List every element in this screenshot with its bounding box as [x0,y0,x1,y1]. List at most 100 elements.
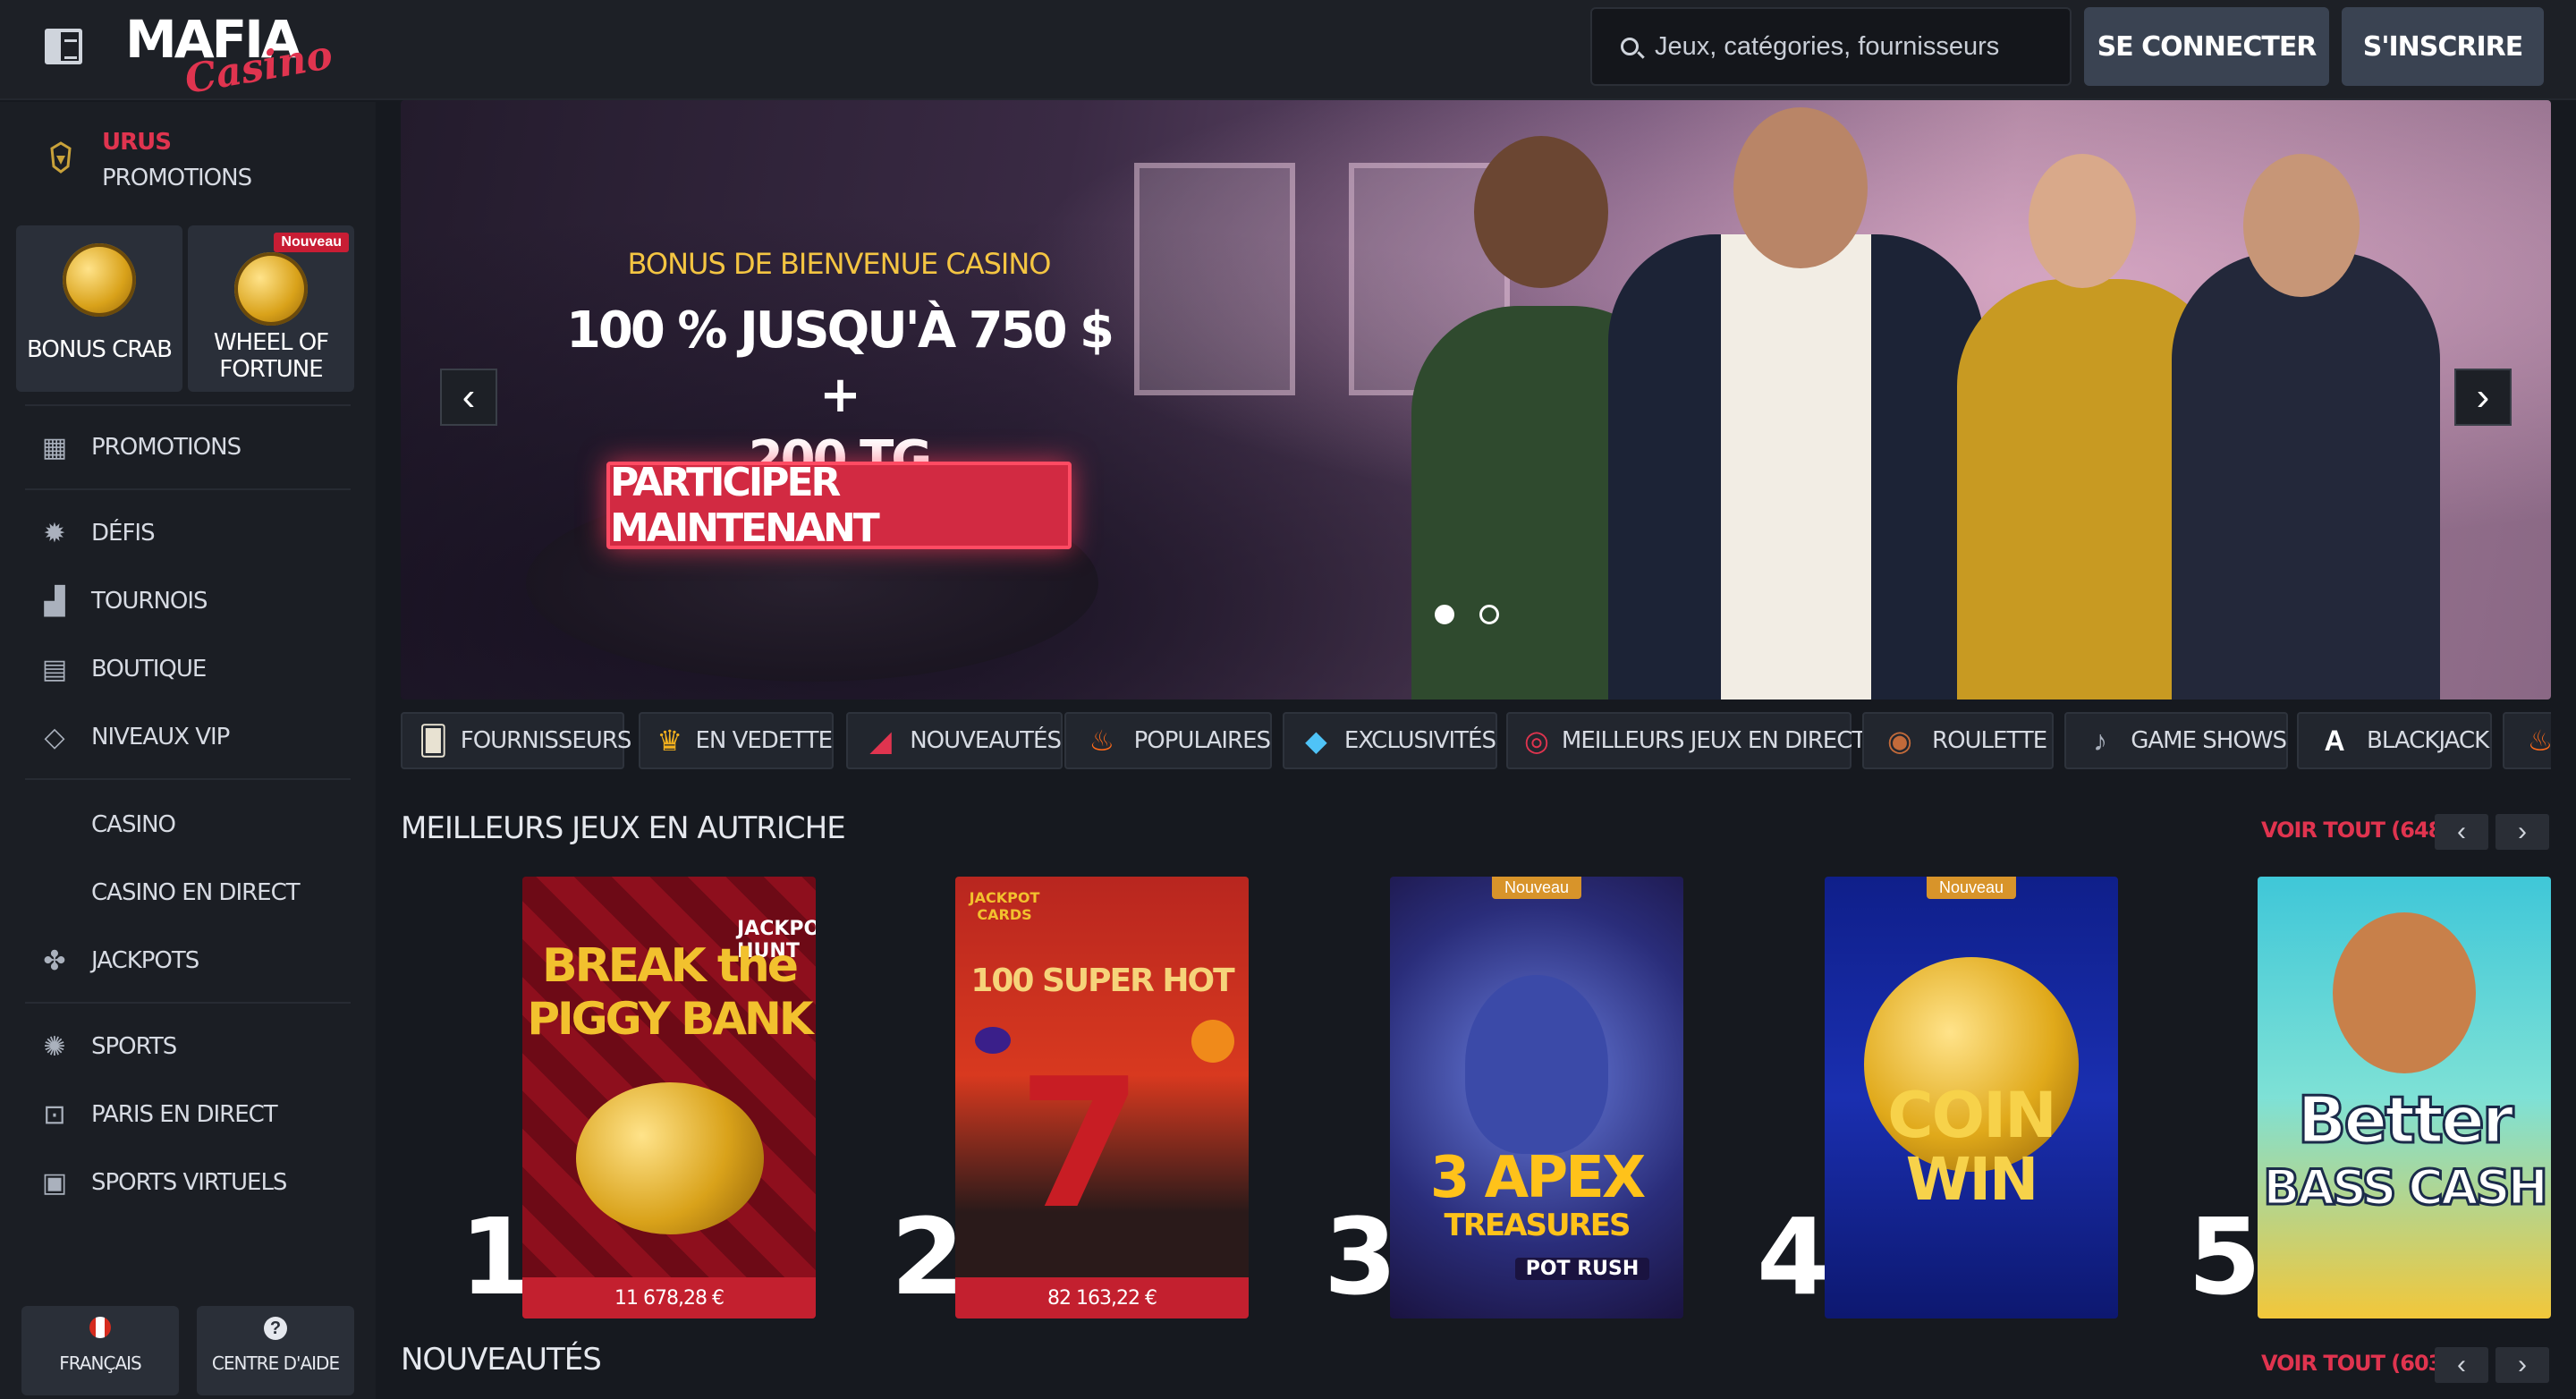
jackpot-amount: 11 678,28 € [522,1277,816,1318]
game-tag: POT RUSH [1515,1258,1649,1280]
fire-icon: ♨ [1089,725,1115,757]
game-title-line1: COIN [1887,1079,2057,1152]
sidebar-item-tournois[interactable]: ▟ TOURNOIS [39,581,208,621]
category-roulette[interactable]: ◉ ROULETTE [1862,712,2054,769]
new-games-prev-button[interactable]: ‹ [2435,1347,2488,1383]
cards-icon: 🂠 [419,725,448,757]
diamond-icon: ◆ [1305,725,1327,757]
help-center-label: CENTRE D'AIDE [211,1352,340,1374]
top-games-next-button[interactable]: › [2496,814,2549,850]
hero-character-head [2029,154,2136,288]
category-label: NOUVEAUTÉS [910,727,1062,754]
new-games-next-button[interactable]: › [2496,1347,2549,1383]
live-icon: ⊡ [43,1099,66,1130]
sidebar-item-casino[interactable]: CASINO [91,805,176,844]
game-card-coin-win[interactable]: Nouveau COIN WIN [1825,877,2118,1318]
plum-icon [975,1027,1011,1054]
wheel-of-fortune-icon [234,252,308,326]
category-label: ROULETTE [1932,727,2047,754]
sidebar-item-jackpots[interactable]: ✤ JACKPOTS [39,941,199,980]
logo[interactable]: MAFIA Casino [125,11,336,103]
crown-icon: ♛ [657,725,683,757]
sidebar-item-label: PROMOTIONS [91,434,242,461]
category-exclusivites[interactable]: ◆ EXCLUSIVITÉS [1283,712,1497,769]
category-nouveautes[interactable]: ◢ NOUVEAUTÉS [846,712,1063,769]
game-card-100-super-hot[interactable]: JACKPOT CARDS 100 SUPER HOT 7 82 163,22 … [955,877,1249,1318]
hero-banner[interactable]: BONUS DE BIENVENUE CASINO 100 % JUSQU'À … [401,100,2551,700]
sidebar-divider [25,1002,351,1004]
wolf-icon [1465,975,1608,1154]
sidebar-item-paris-en-direct[interactable]: ⊡ PARIS EN DIRECT [39,1095,277,1134]
category-fournisseurs[interactable]: 🂠 FOURNISSEURS [401,712,631,769]
game-title-line1: 3 APEX [1429,1145,1646,1211]
hero-bg-window [1134,163,1295,395]
search-box[interactable] [1590,7,2072,86]
sidebar-item-sports[interactable]: ✺ SPORTS [39,1027,177,1066]
help-center-button[interactable]: ? CENTRE D'AIDE [197,1306,354,1395]
participate-now-button[interactable]: PARTICIPER MAINTENANT [606,460,1072,551]
microphone-icon: ♪ [2093,724,2108,757]
sidebar-item-label: PARIS EN DIRECT [91,1101,278,1128]
signup-button[interactable]: S'INSCRIRE [2342,7,2544,86]
bull-icon [50,141,72,174]
game-card-3-apex-treasures[interactable]: Nouveau 3 APEX TREASURES POT RUSH [1390,877,1683,1318]
megaphone-icon: ◢ [869,725,892,757]
fisherman-icon [2333,912,2476,1073]
login-button[interactable]: SE CONNECTER [2084,7,2329,86]
sidebar-item-promotions[interactable]: ▦ PROMOTIONS [39,428,242,467]
see-all-new-games-link[interactable]: VOIR TOUT (603) [2261,1351,2452,1376]
clover-icon: ✤ [43,945,66,976]
category-label: GAME SHOWS [2131,727,2287,754]
see-all-top-games-link[interactable]: VOIR TOUT (648) [2261,818,2452,843]
hero-prev-button[interactable]: ‹ [440,369,497,426]
roulette-icon: ◉ [1887,725,1912,757]
sidebar-item-label: NIVEAUX VIP [91,724,230,750]
new-badge: Nouveau [274,233,349,252]
search-input[interactable] [1655,9,2057,84]
game-card-break-the-piggy-bank[interactable]: JACKPOT HUNT BREAK the PIGGY BANK 11 678… [522,877,816,1318]
category-meilleurs-jeux-en-direct[interactable]: ◎ MEILLEURS JEUX EN DIRECT [1506,712,1866,769]
language-label: FRANÇAIS [59,1352,141,1374]
carousel-dot[interactable] [1479,605,1499,624]
section-title-top-games: MEILLEURS JEUX EN AUTRICHE [401,810,846,846]
category-label: EXCLUSIVITÉS [1343,727,1496,754]
tile-bonus-crab[interactable]: BONUS CRAB [16,225,182,392]
sidebar-divider [25,488,351,490]
game-title-line2: BASS CASH [2262,1158,2550,1217]
promo-urus-subtitle: PROMOTIONS [102,165,252,191]
category-more[interactable]: ♨ [2503,712,2551,769]
sidebar-divider [25,404,351,406]
top-games-prev-button[interactable]: ‹ [2435,814,2488,850]
sidebar-item-boutique[interactable]: ▤ BOUTIQUE [39,649,208,689]
shop-icon: ▤ [41,654,68,684]
sidebar-item-defis[interactable]: ✹ DÉFIS [39,513,155,553]
game-title-line1: Better [2296,1081,2515,1159]
tile-wheel-of-fortune[interactable]: Nouveau WHEEL OF FORTUNE [188,225,354,392]
sidebar-toggle-icon[interactable] [45,29,82,64]
hero-next-button[interactable]: › [2454,369,2512,426]
help-icon: ? [264,1317,287,1340]
language-button[interactable]: FRANÇAIS [21,1306,179,1395]
sidebar-item-label: CASINO [91,811,176,838]
hero-kicker: BONUS DE BIENVENUE CASINO [627,247,1052,281]
sidebar-item-sports-virtuels[interactable]: ▣ SPORTS VIRTUELS [39,1163,288,1202]
bonus-crab-coin-icon [63,243,136,317]
game-card-better-bass-cash[interactable]: Better BASS CASH [2258,877,2551,1318]
carousel-dot-active[interactable] [1435,605,1454,624]
category-populaires[interactable]: ♨ POPULAIRES [1064,712,1272,769]
category-game-shows[interactable]: ♪ GAME SHOWS [2064,712,2288,769]
chip-icon: ◎ [1524,725,1549,757]
podium-icon: ▟ [44,586,65,616]
sidebar-item-label: DÉFIS [91,520,156,547]
category-label: EN VEDETTE [695,727,833,754]
category-en-vedette[interactable]: ♛ EN VEDETTE [639,712,834,769]
sidebar-item-niveaux-vip[interactable]: ◇ NIVEAUX VIP [39,717,230,757]
seven-icon: 7 [1018,1040,1143,1249]
soccer-ball-icon: ✺ [43,1031,66,1062]
hero-character-head [2243,154,2360,297]
category-blackjack[interactable]: A BLACKJACK [2297,712,2492,769]
sidebar-item-label: JACKPOTS [91,947,199,974]
hero-character [2172,252,2440,700]
sidebar-item-casino-en-direct[interactable]: CASINO EN DIRECT [91,873,301,912]
fire-icon: ♨ [2527,725,2551,757]
